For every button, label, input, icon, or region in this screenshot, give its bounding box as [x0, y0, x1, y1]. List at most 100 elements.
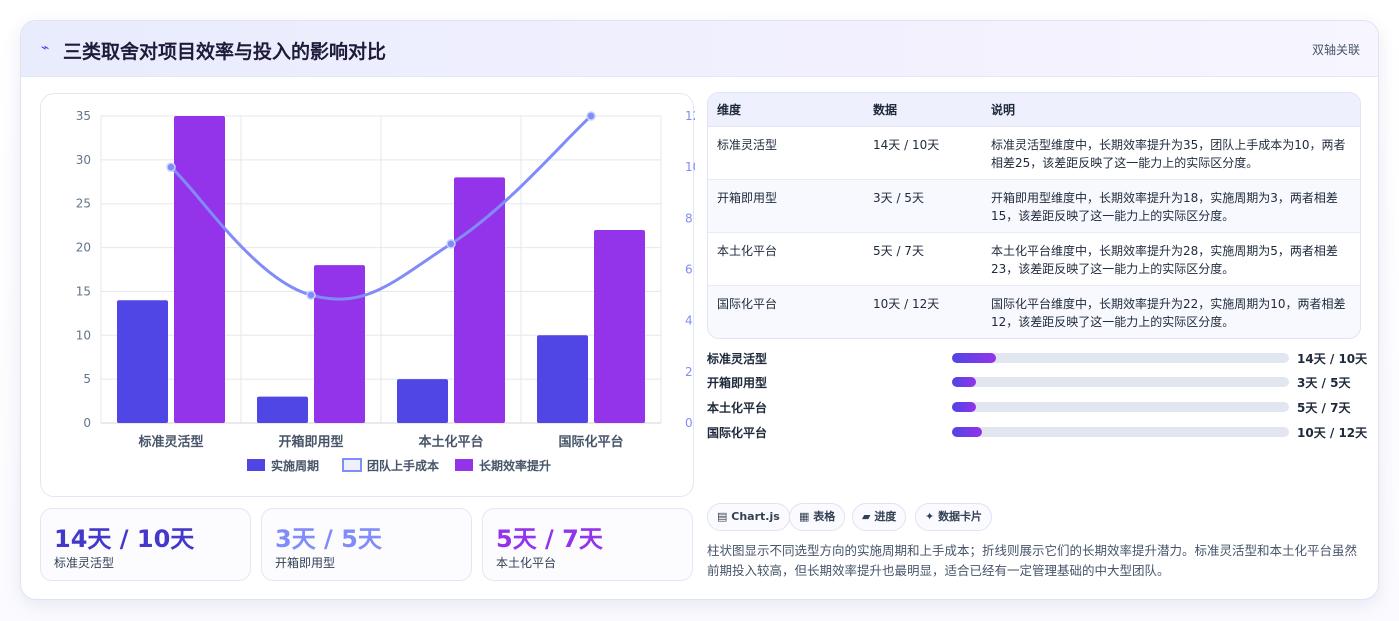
- y-right-tick-label: 12: [685, 109, 695, 123]
- table-header-data: 数据: [864, 93, 982, 127]
- bar: [174, 116, 225, 423]
- table-icon: ▦: [799, 510, 810, 523]
- y-left-tick-label: 30: [76, 153, 91, 167]
- y-left-tick-label: 0: [83, 416, 91, 430]
- progress-track: [952, 353, 1289, 363]
- progress-label: 本土化平台: [707, 401, 768, 415]
- table-cell-description: 国际化平台维度中，长期效率提升为22，实施周期为10，两者相差12，该差距反映了…: [982, 285, 1360, 338]
- table-cell-description: 标准灵活型维度中，长期效率提升为35，团队上手成本为10，两者相差25，该差距反…: [982, 126, 1360, 180]
- chart-mode-tag: 双轴关联: [1311, 43, 1360, 57]
- dual-axis-chart: 0 5 10 15 20 25 30 35 0 2 4 6 8 10 12 标准灵活型 开箱即用型 本土化平台 国际…: [76, 109, 695, 473]
- progress-icon: ▰: [862, 510, 871, 523]
- card-header: ⌁ 三类取舍对项目效率与投入的影响对比 双轴关联: [21, 21, 1378, 77]
- bar: [257, 396, 308, 423]
- data-table: 维度 数据 说明 标准灵活型 14天 / 10天 标准灵活型维度中，长期效率提升…: [708, 93, 1360, 338]
- progress-label: 国际化平台: [707, 426, 768, 440]
- y-left-tick-label: 20: [76, 241, 91, 255]
- stat-label: 标准灵活型: [54, 556, 115, 570]
- x-tick-label: 本土化平台: [418, 434, 483, 450]
- progress-fill: [952, 402, 976, 412]
- stat-label: 开箱即用型: [275, 556, 336, 570]
- y-left-tick-label: 5: [83, 372, 91, 386]
- x-tick-label: 国际化平台: [558, 434, 623, 450]
- progress-row: 国际化平台 10天 / 12天: [707, 423, 1367, 441]
- table-cell-description: 开箱即用型维度中，长期效率提升为18，实施周期为3，两者相差15，该差距反映了这…: [982, 179, 1360, 233]
- table-cell-dimension: 本土化平台: [708, 232, 864, 286]
- progress-row: 开箱即用型 3天 / 5天: [707, 373, 1361, 391]
- table-cell-data: 14天 / 10天: [864, 126, 982, 180]
- chip-table[interactable]: ▦ 表格: [789, 503, 846, 531]
- y-right-tick-label: 2: [685, 365, 693, 379]
- progress-fill: [952, 377, 976, 387]
- stat-value: 3天 / 5天: [275, 525, 382, 553]
- x-tick-label: 开箱即用型: [278, 434, 343, 450]
- bar: [537, 335, 588, 423]
- chip-chartjs[interactable]: ▤ Chart.js: [707, 503, 790, 531]
- progress-fill: [952, 427, 983, 437]
- progress-fill: [952, 353, 996, 363]
- stat-card: 14天 / 10天 标准灵活型: [40, 508, 251, 581]
- bar: [117, 300, 168, 423]
- page-title: 三类取舍对项目效率与投入的影响对比: [63, 41, 387, 63]
- chip-label: Chart.js: [731, 510, 780, 523]
- chip-progress[interactable]: ▰ 进度: [852, 503, 907, 531]
- line-point: [166, 162, 176, 172]
- dashboard-card: ⌁ 三类取舍对项目效率与投入的影响对比 双轴关联 0 5 10 15 20 25 30 35 0…: [20, 20, 1379, 600]
- progress-track: [952, 377, 1289, 387]
- table-header-dimension: 维度: [708, 93, 864, 127]
- progress-track: [952, 427, 1289, 437]
- progress-value: 14天 / 10天: [1297, 352, 1368, 366]
- stat-value: 14天 / 10天: [54, 525, 195, 553]
- stat-value: 5天 / 7天: [496, 525, 603, 553]
- y-left-tick-label: 35: [76, 109, 91, 123]
- progress-label: 开箱即用型: [707, 376, 768, 390]
- table-cell-data: 3天 / 5天: [864, 179, 982, 233]
- line-point: [446, 239, 456, 249]
- progress-row: 标准灵活型 14天 / 10天: [707, 349, 1367, 367]
- table-cell-description: 本土化平台维度中，长期效率提升为28，实施周期为5，两者相差23，该差距反映了这…: [982, 232, 1360, 286]
- table-row: 本土化平台 5天 / 7天 本土化平台维度中，长期效率提升为28，实施周期为5，…: [708, 232, 1360, 286]
- table-cell-data: 10天 / 12天: [864, 285, 982, 338]
- stat-card: 3天 / 5天 开箱即用型: [261, 508, 472, 581]
- chip-label: 进度: [874, 510, 897, 523]
- table-cell-data: 5天 / 7天: [864, 232, 982, 286]
- bar: [397, 379, 448, 423]
- progress-row: 本土化平台 5天 / 7天: [707, 398, 1361, 416]
- chip-data-cards[interactable]: ✦ 数据卡片: [915, 503, 993, 531]
- bar: [454, 177, 505, 423]
- table-cell-dimension: 标准灵活型: [708, 126, 864, 180]
- table-cell-dimension: 国际化平台: [708, 285, 864, 338]
- table-cell-dimension: 开箱即用型: [708, 179, 864, 233]
- progress-track: [952, 402, 1289, 412]
- progress-value: 5天 / 7天: [1297, 401, 1351, 415]
- table-row: 开箱即用型 3天 / 5天 开箱即用型维度中，长期效率提升为18，实施周期为3，…: [708, 179, 1360, 233]
- y-right-tick-label: 10: [685, 160, 695, 174]
- table-header-description: 说明: [982, 93, 1360, 127]
- stat-label: 本土化平台: [496, 556, 557, 570]
- y-right-tick-label: 6: [685, 263, 693, 277]
- x-tick-label: 标准灵活型: [137, 434, 203, 450]
- progress-label: 标准灵活型: [707, 352, 768, 366]
- y-right-tick-label: 8: [685, 211, 693, 225]
- table-row: 标准灵活型 14天 / 10天 标准灵活型维度中，长期效率提升为35，团队上手成…: [708, 126, 1360, 180]
- legend-label: 团队上手成本: [367, 458, 439, 473]
- y-left-tick-label: 15: [76, 284, 91, 298]
- legend-swatch: [247, 459, 265, 471]
- legend-label: 实施周期: [271, 458, 319, 473]
- bar: [594, 230, 645, 423]
- data-table-panel: 维度 数据 说明 标准灵活型 14天 / 10天 标准灵活型维度中，长期效率提升…: [707, 92, 1361, 339]
- chart-panel: 0 5 10 15 20 25 30 35 0 2 4 6 8 10 12 标准灵活型 开箱即用型 本土化平台 国际…: [40, 93, 695, 497]
- sparkle-icon: ✦: [925, 510, 935, 523]
- chart-description: 柱状图显示不同选型方向的实施周期和上手成本；折线则展示它们的长期效率提升潜力。标…: [707, 543, 1358, 578]
- lightning-icon: ⌁: [41, 40, 50, 56]
- y-right-tick-label: 4: [685, 314, 693, 328]
- y-right-tick-label: 0: [685, 416, 693, 430]
- chart-icon: ▤: [717, 510, 728, 523]
- legend-label: 长期效率提升: [479, 458, 551, 473]
- chip-label: 数据卡片: [938, 510, 983, 523]
- chip-label: 表格: [813, 510, 836, 523]
- progress-value: 10天 / 12天: [1297, 426, 1368, 440]
- line-point: [586, 111, 596, 121]
- bar: [314, 265, 365, 423]
- y-left-tick-label: 25: [76, 197, 91, 211]
